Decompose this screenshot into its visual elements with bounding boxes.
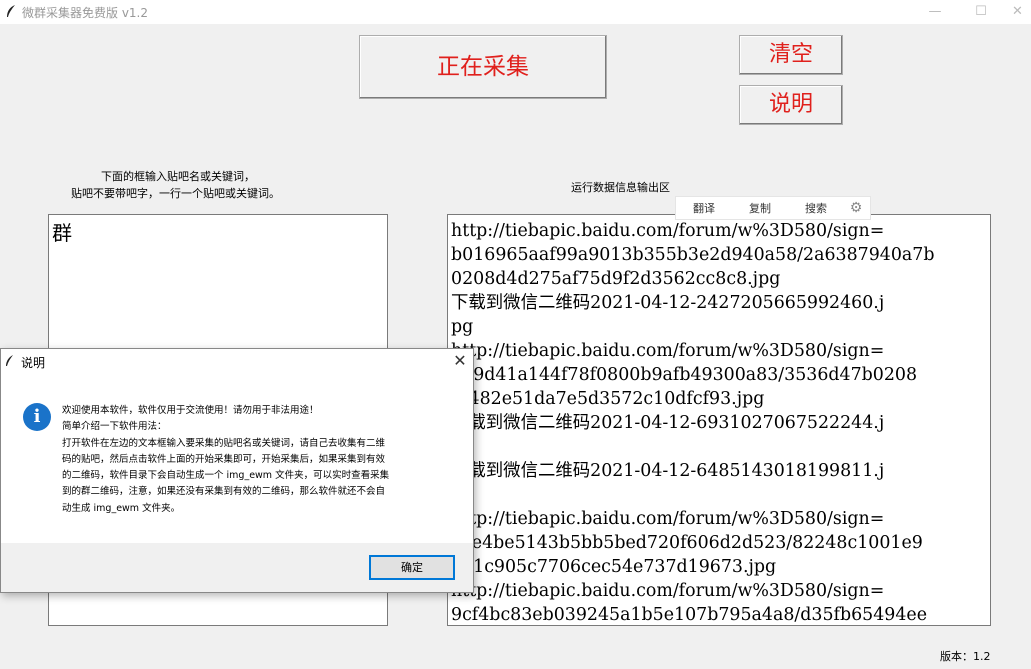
dialog-message-line: 码的贴吧，然后点击软件上面的开始采集即可，开始采集后，如果采集到有效 bbox=[62, 453, 386, 465]
feather-icon bbox=[7, 5, 15, 17]
start-collect-button[interactable]: 正在采集 bbox=[359, 35, 607, 99]
ok-button[interactable]: 确定 bbox=[369, 555, 455, 580]
gear-icon[interactable]: ⚙ bbox=[844, 200, 868, 216]
dialog-close-button[interactable]: ✕ bbox=[449, 350, 471, 372]
output-line: 0208d4d275af75d9f2d3562cc8c8.jpg bbox=[451, 269, 781, 289]
input-instruction-line1: 下面的框输入贴吧名或关键词， bbox=[101, 170, 255, 183]
window-title: 微群采集器免费版 v1.2 bbox=[22, 6, 149, 20]
output-line: c0e4be5143b5bb5bed720f606d2d523/82248c10… bbox=[451, 533, 923, 553]
copy-button[interactable]: 复制 bbox=[732, 200, 788, 216]
output-line: 下载到微信二维码2021-04-12-2427205665992460.j bbox=[451, 293, 885, 313]
dialog-message-line: 简单介绍一下软件用法： bbox=[62, 421, 167, 433]
selection-toolbar: 翻译 复制 搜索 ⚙ bbox=[675, 196, 871, 220]
output-line: http://tiebapic.baidu.com/forum/w%3D580/… bbox=[451, 341, 885, 361]
help-dialog: 说明 ✕ i 欢迎使用本软件，软件仅用于交流使用！请勿用于非法用途！ 简单介绍一… bbox=[0, 348, 474, 593]
output-textarea[interactable]: http://tiebapic.baidu.com/forum/w%3D580/… bbox=[447, 214, 991, 626]
dialog-message: 欢迎使用本软件，软件仅用于交流使用！请勿用于非法用途！ 简单介绍一下软件用法： … bbox=[62, 403, 448, 517]
minimize-button[interactable]: — bbox=[912, 0, 958, 24]
window-close-button[interactable]: ✕ bbox=[1004, 0, 1031, 24]
dialog-message-line: 动生成 img_ewm 文件夹。 bbox=[62, 502, 181, 514]
dialog-message-line: 打开软件在左边的文本框输入要采集的贴吧名或关键词，请自己去收集有二维 bbox=[62, 437, 386, 449]
dialog-message-line: 欢迎使用本软件，软件仅用于交流使用！请勿用于非法用途！ bbox=[62, 405, 319, 416]
output-line: 9cf4bc83eb039245a1b5e107b795a4a8/d35fb65… bbox=[451, 605, 928, 625]
search-button[interactable]: 搜索 bbox=[788, 200, 844, 216]
info-icon: i bbox=[23, 403, 51, 431]
dialog-title: 说明 bbox=[21, 356, 46, 370]
input-instruction-line2: 贴吧不要带吧字，一行一个贴吧或关键词。 bbox=[71, 187, 280, 200]
output-line: 301c905c7706cec54e737d19673.jpg bbox=[451, 557, 777, 577]
output-line: b016965aaf99a9013b355b3e2d940a58/2a63879… bbox=[451, 245, 935, 265]
feather-icon bbox=[6, 355, 13, 366]
output-lines: http://tiebapic.baidu.com/forum/w%3D580/… bbox=[451, 219, 990, 625]
output-line: http://tiebapic.baidu.com/forum/w%3D580/… bbox=[451, 221, 885, 241]
output-line: 7d9d41a144f78f0800b9afb49300a83/3536d47b… bbox=[451, 365, 918, 385]
keyword-value: 群 bbox=[52, 221, 72, 245]
output-line: 6f482e51da7e5d3572c10dfcf93.jpg bbox=[451, 389, 765, 409]
dialog-message-line: 到的群二维码，注意，如果还没有采集到有效的二维码，那么软件就还不会自 bbox=[62, 486, 386, 498]
dialog-title-bar: 说明 ✕ bbox=[1, 349, 473, 373]
output-line: 下载到微信二维码2021-04-12-6485143018199811.j bbox=[451, 461, 885, 481]
dialog-body: i 欢迎使用本软件，软件仅用于交流使用！请勿用于非法用途！ 简单介绍一下软件用法… bbox=[1, 373, 473, 543]
translate-button[interactable]: 翻译 bbox=[676, 200, 732, 216]
output-line: pg bbox=[451, 317, 474, 337]
help-button[interactable]: 说明 bbox=[739, 85, 843, 125]
maximize-button[interactable]: ☐ bbox=[958, 0, 1004, 24]
version-label: 版本：1.2 bbox=[940, 650, 991, 663]
clear-button[interactable]: 清空 bbox=[739, 35, 843, 75]
title-bar: 微群采集器免费版 v1.2 — ☐ ✕ bbox=[0, 0, 1031, 24]
dialog-message-line: 的二维码，软件目录下会自动生成一个 img_ewm 文件夹，可以实时查看采集 bbox=[62, 470, 390, 482]
output-line: http://tiebapic.baidu.com/forum/w%3D580/… bbox=[451, 509, 885, 529]
output-line: 下载到微信二维码2021-04-12-6931027067522244.j bbox=[451, 413, 885, 433]
output-area-label: 运行数据信息输出区 bbox=[571, 181, 670, 194]
output-line: http://tiebapic.baidu.com/forum/w%3D580/… bbox=[451, 581, 885, 601]
